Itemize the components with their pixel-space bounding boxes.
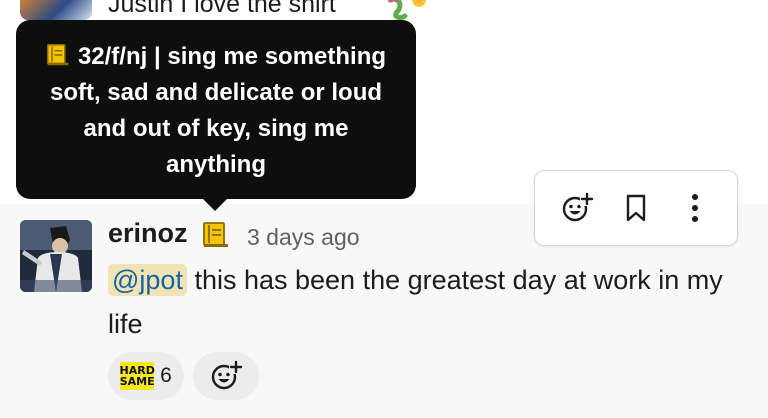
reaction-count: 6 [160, 364, 172, 387]
message-author[interactable]: erinoz [108, 218, 188, 249]
previous-avatar[interactable] [20, 0, 92, 20]
status-text: 32/f/nj | sing me something soft, sad an… [49, 43, 387, 178]
add-reaction-button[interactable] [193, 352, 259, 400]
status-tooltip: 32/f/nj | sing me something soft, sad an… [16, 20, 416, 199]
hard-same-emoji-icon: HARD SAME [119, 362, 155, 390]
bookmark-icon [626, 194, 646, 222]
save-for-later-button[interactable] [612, 184, 660, 232]
vertical-ellipsis-icon [692, 194, 699, 222]
tooltip-arrow [202, 198, 228, 211]
book-emoji-icon[interactable] [202, 221, 230, 249]
message-timestamp[interactable]: 3 days ago [247, 224, 360, 251]
book-emoji-icon [46, 43, 69, 66]
reaction-hard-same[interactable]: HARD SAME 6 [108, 352, 184, 400]
user-avatar[interactable] [20, 220, 92, 292]
message-body-text: this has been the greatest day at work i… [108, 265, 723, 339]
message-text: @jpot this has been the greatest day at … [108, 258, 748, 346]
message-actions-toolbar [534, 170, 738, 246]
add-reaction-action-button[interactable] [553, 184, 601, 232]
user-mention[interactable]: @jpot [108, 264, 187, 296]
add-reaction-icon [211, 360, 243, 390]
more-actions-button[interactable] [671, 184, 719, 232]
add-reaction-icon [562, 192, 594, 222]
previous-message-text: Justin I love the shirt [108, 0, 336, 18]
